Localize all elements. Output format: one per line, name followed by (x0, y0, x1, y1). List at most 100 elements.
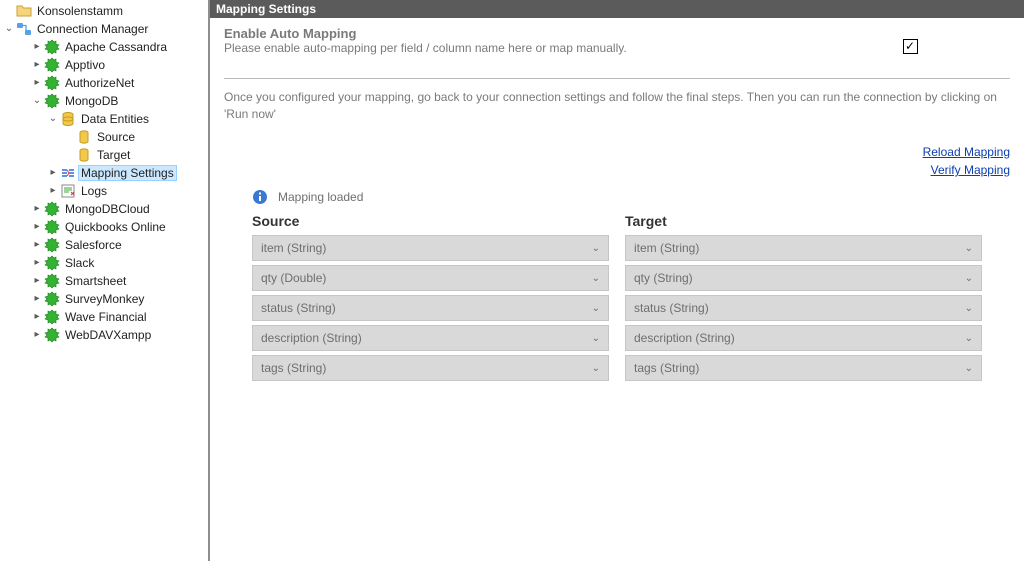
tree-item-apptivo-label: Apptivo (63, 58, 107, 72)
tree-item-slack[interactable]: ▸ Slack (0, 254, 208, 272)
tree-item-webdavxampp-label: WebDAVXampp (63, 328, 153, 342)
tree-item-authorizenet[interactable]: ▸AuthorizeNet (0, 74, 208, 92)
chevron-down-icon[interactable]: ⌄ (30, 94, 44, 108)
connector-icon (44, 273, 60, 289)
logs-icon (60, 183, 76, 199)
chevron-down-icon: ⌄ (965, 273, 973, 284)
connector-icon (44, 75, 60, 91)
panel-title: Mapping Settings (210, 0, 1024, 18)
tree-item-quickbooks-online[interactable]: ▸ Quickbooks Online (0, 218, 208, 236)
tree-root[interactable]: ▸ Konsolenstamm (0, 2, 208, 20)
chevron-down-icon: ⌄ (592, 363, 600, 374)
chevron-right-icon[interactable]: ▸ (46, 166, 60, 180)
panel-content: Enable Auto Mapping Please enable auto-m… (210, 18, 1024, 561)
chevron-right-icon[interactable]: ▸ (30, 58, 44, 72)
target-field-dropdown[interactable]: description (String)⌄ (625, 325, 982, 351)
separator (224, 78, 1010, 79)
tree-item-logs[interactable]: ▸ Logs (0, 182, 208, 200)
tree-item-data-entities[interactable]: ⌄ Data Entities (0, 110, 208, 128)
tree-item-source-label: Source (95, 130, 137, 144)
tree-item-mongodbcloud[interactable]: ▸ MongoDBCloud (0, 200, 208, 218)
chevron-right-icon[interactable]: ▸ (30, 40, 44, 54)
chevron-down-icon: ⌄ (965, 303, 973, 314)
source-field-value: tags (String) (261, 361, 326, 375)
verify-mapping-link[interactable]: Verify Mapping (931, 163, 1010, 177)
chevron-right-icon[interactable]: ▸ (30, 328, 44, 342)
chevron-down-icon: ⌄ (965, 363, 973, 374)
tree-item-surveymonkey[interactable]: ▸ SurveyMonkey (0, 290, 208, 308)
data-entities-icon (60, 111, 76, 127)
tree-item-slack-label: Slack (63, 256, 96, 270)
reload-mapping-link[interactable]: Reload Mapping (923, 145, 1010, 159)
target-field-dropdown[interactable]: status (String) ⌄ (625, 295, 982, 321)
enable-desc: Please enable auto-mapping per field / c… (224, 41, 810, 56)
connector-icon (44, 219, 60, 235)
source-field-dropdown[interactable]: item (String)⌄ (252, 235, 609, 261)
chevron-right-icon[interactable]: ▸ (30, 256, 44, 270)
tree-item-surveymonkey-label: SurveyMonkey (63, 292, 146, 306)
connector-icon (44, 291, 60, 307)
chevron-right-icon[interactable]: ▸ (30, 76, 44, 90)
tree-pane: ▸ Konsolenstamm ⌄ (0, 0, 210, 561)
tree-item-mongodb-label: MongoDB (63, 94, 120, 108)
tree-item-mapping-settings-label: Mapping Settings (79, 166, 176, 180)
source-field-value: description (String) (261, 331, 362, 345)
target-field-value: description (String) (634, 331, 735, 345)
tree-item-mongodb[interactable]: ⌄ MongoDB (0, 92, 208, 110)
tree-item-mapping-settings[interactable]: ▸ Mapping Settings (0, 164, 208, 182)
tree-item-wave-financial-label: Wave Financial (63, 310, 149, 324)
chevron-down-icon: ⌄ (592, 243, 600, 254)
chevron-down-icon[interactable]: ⌄ (46, 112, 60, 126)
chevron-right-icon[interactable]: ▸ (30, 220, 44, 234)
connection-manager-icon (16, 21, 32, 37)
tree: ▸ Konsolenstamm ⌄ (0, 2, 208, 344)
tree-item-smartsheet-label: Smartsheet (63, 274, 128, 288)
tree-item-data-entities-label: Data Entities (79, 112, 151, 126)
tree-item-salesforce[interactable]: ▸Salesforce (0, 236, 208, 254)
tree-item-webdavxampp[interactable]: ▸ WebDAVXampp (0, 326, 208, 344)
chevron-down-icon: ⌄ (965, 243, 973, 254)
tree-item-smartsheet[interactable]: ▸ Smartsheet (0, 272, 208, 290)
tree-item-wave-financial[interactable]: ▸ Wave Financial (0, 308, 208, 326)
tree-connection-manager[interactable]: ⌄ Connection Manager (0, 20, 208, 38)
source-field-dropdown[interactable]: qty (Double)⌄ (252, 265, 609, 291)
chevron-down-icon[interactable]: ⌄ (2, 22, 16, 36)
tree-cm-label: Connection Manager (35, 22, 150, 36)
info-icon (252, 189, 268, 205)
target-field-value: status (String) (634, 301, 709, 315)
chevron-right-icon[interactable]: ▸ (30, 292, 44, 306)
target-field-value: item (String) (634, 241, 699, 255)
tree-item-logs-label: Logs (79, 184, 109, 198)
chevron-right-icon[interactable]: ▸ (46, 184, 60, 198)
tree-item-quickbooks-online-label: Quickbooks Online (63, 220, 168, 234)
chevron-right-icon[interactable]: ▸ (30, 238, 44, 252)
connector-icon (44, 201, 60, 217)
chevron-down-icon: ⌄ (592, 303, 600, 314)
source-column-header: Source (252, 209, 609, 235)
chevron-right-icon[interactable]: ▸ (30, 274, 44, 288)
tree-item-target[interactable]: ▸Target (0, 146, 208, 164)
mapping-settings-icon (60, 165, 76, 181)
tree-item-source[interactable]: ▸Source (0, 128, 208, 146)
enable-auto-mapping-checkbox[interactable]: ✓ (903, 39, 918, 54)
tree-item-mongodbcloud-label: MongoDBCloud (63, 202, 152, 216)
source-field-dropdown[interactable]: status (String)⌄ (252, 295, 609, 321)
status-row: Mapping loaded (252, 189, 1010, 205)
connector-icon (44, 327, 60, 343)
tree-item-apptivo[interactable]: ▸ Apptivo (0, 56, 208, 74)
tree-item-apache-cassandra[interactable]: ▸Apache Cassandra (0, 38, 208, 56)
target-field-value: tags (String) (634, 361, 699, 375)
source-field-dropdown[interactable]: tags (String) ⌄ (252, 355, 609, 381)
chevron-right-icon[interactable]: ▸ (30, 310, 44, 324)
target-field-dropdown[interactable]: item (String) ⌄ (625, 235, 982, 261)
connector-icon (44, 93, 60, 109)
instructions-text: Once you configured your mapping, go bac… (224, 89, 1010, 123)
connector-icon (44, 237, 60, 253)
target-field-dropdown[interactable]: tags (String) ⌄ (625, 355, 982, 381)
connector-icon (44, 39, 60, 55)
target-field-dropdown[interactable]: qty (String)⌄ (625, 265, 982, 291)
target-column-header: Target (625, 209, 982, 235)
chevron-right-icon[interactable]: ▸ (30, 202, 44, 216)
chevron-down-icon: ⌄ (592, 333, 600, 344)
source-field-dropdown[interactable]: description (String) ⌄ (252, 325, 609, 351)
